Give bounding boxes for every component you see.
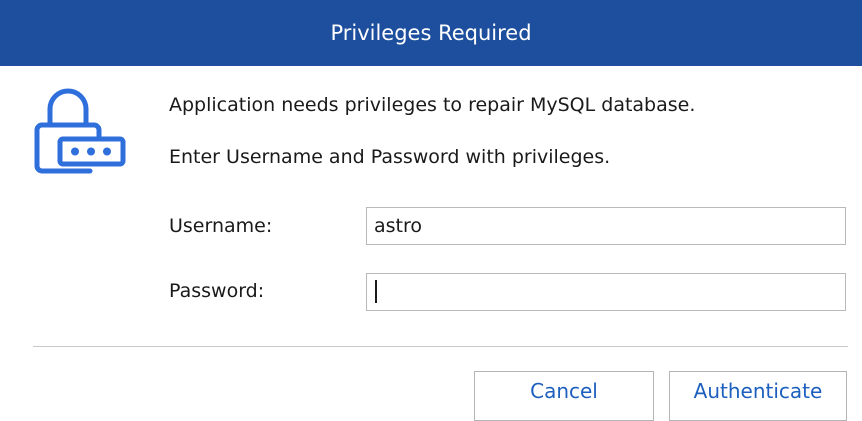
username-label: Username: <box>169 215 273 237</box>
text-cursor <box>375 280 377 303</box>
password-label: Password: <box>169 280 265 302</box>
dialog-message: Application needs privileges to repair M… <box>169 94 696 116</box>
dialog-divider <box>33 346 848 347</box>
dialog-titlebar: Privileges Required <box>0 0 862 66</box>
authenticate-button[interactable]: Authenticate <box>669 371 847 421</box>
password-field[interactable] <box>366 273 846 311</box>
username-field[interactable] <box>366 207 846 245</box>
dialog-instruction: Enter Username and Password with privile… <box>169 146 611 168</box>
dialog-title: Privileges Required <box>330 21 532 45</box>
cancel-button[interactable]: Cancel <box>474 371 654 421</box>
lock-password-icon <box>34 88 126 174</box>
